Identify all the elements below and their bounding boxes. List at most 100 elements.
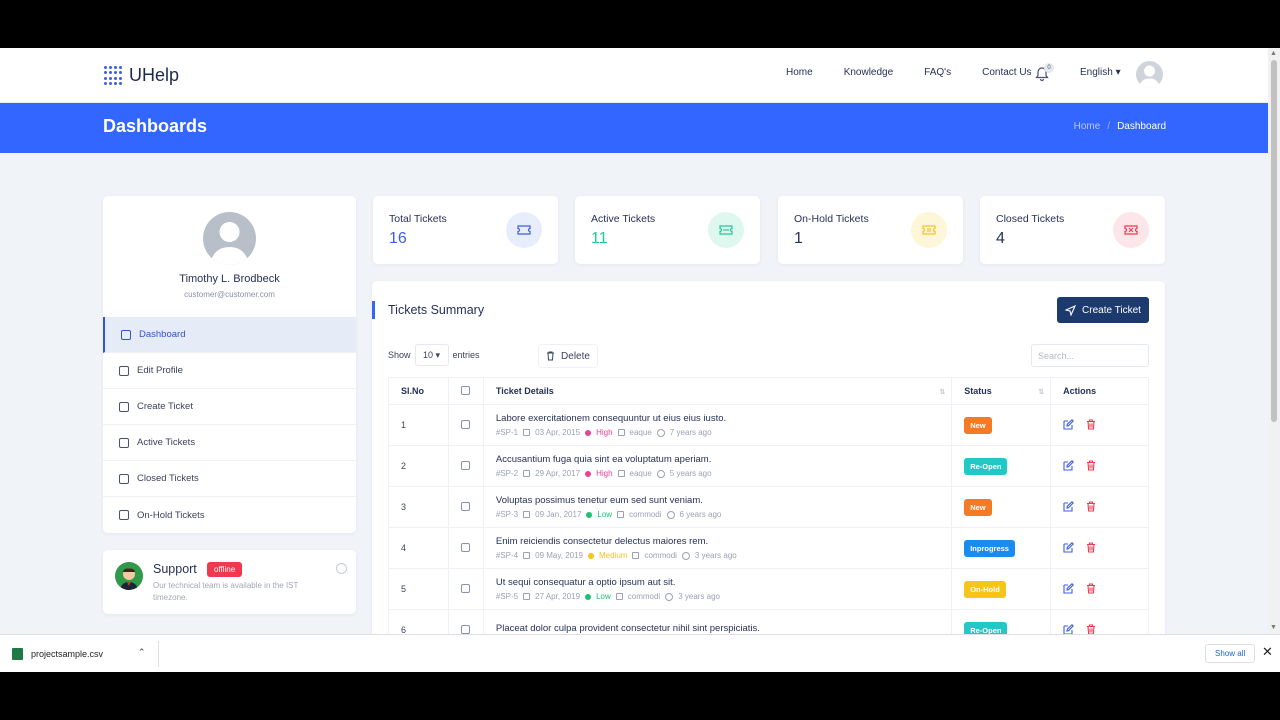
select-all-checkbox[interactable] — [460, 385, 470, 395]
scroll-down-icon[interactable]: ▼ — [1270, 624, 1277, 631]
edit-icon[interactable] — [1063, 582, 1075, 594]
stat-active-tickets[interactable]: Active Tickets 11 — [575, 196, 760, 264]
col-ticket-details[interactable]: Ticket Details ⇅ — [482, 377, 953, 405]
ticket-closed-icon — [119, 473, 129, 484]
ticket-title[interactable]: Accusantium fuga quia sint ea voluptatum… — [496, 454, 951, 465]
ticket-title[interactable]: Enim reiciendis consectetur delectus mai… — [496, 536, 951, 547]
download-item[interactable]: projectsample.csv — [12, 648, 103, 660]
delete-button[interactable]: Delete — [538, 344, 598, 368]
nav-contact[interactable]: Contact Us — [982, 67, 1031, 78]
clock-icon — [665, 592, 674, 601]
support-title: Support — [153, 562, 197, 576]
edit-icon[interactable] — [1063, 541, 1075, 553]
sidebar-item-edit-profile[interactable]: Edit Profile — [103, 353, 356, 389]
stat-onhold-tickets[interactable]: On-Hold Tickets 1 — [778, 196, 963, 264]
trash-icon[interactable] — [1086, 500, 1096, 512]
sort-icon: ⇅ — [939, 389, 946, 396]
cell-slno: 5 — [388, 568, 449, 610]
row-checkbox[interactable] — [460, 419, 470, 429]
sidebar-item-dashboard[interactable]: Dashboard — [103, 317, 356, 353]
sort-icon: ⇅ — [1038, 389, 1045, 396]
support-toggle[interactable] — [336, 563, 347, 574]
row-checkbox[interactable] — [460, 460, 470, 470]
support-avatar — [115, 562, 143, 590]
col-slno[interactable]: Sl.No — [388, 377, 449, 405]
sidebar-item-label: Edit Profile — [137, 365, 183, 376]
create-ticket-label: Create Ticket — [1082, 304, 1141, 316]
ticket-title[interactable]: Ut sequi consequatur a optio ipsum aut s… — [496, 577, 951, 588]
trash-icon — [547, 351, 555, 361]
cell-ticket-details: Labore exercitationem consequuntur ut ei… — [482, 404, 953, 446]
edit-icon[interactable] — [1063, 623, 1075, 635]
brand-logo[interactable]: UHelp — [104, 65, 179, 86]
ticket-title[interactable]: Voluptas possimus tenetur eum sed sunt v… — [496, 495, 951, 506]
trash-icon[interactable] — [1086, 582, 1096, 594]
table-row[interactable]: 5 Ut sequi consequatur a optio ipsum aut… — [388, 568, 1149, 610]
language-dropdown[interactable]: English ▾ — [1080, 67, 1121, 78]
cell-actions — [1050, 404, 1149, 446]
scroll-up-icon[interactable]: ▲ — [1270, 50, 1277, 57]
col-status[interactable]: Status ⇅ — [951, 377, 1052, 405]
page-banner: Dashboards Home / Dashboard — [0, 103, 1268, 153]
cell-select — [447, 445, 484, 487]
ticket-icon — [506, 212, 542, 248]
nav-faqs[interactable]: FAQ's — [924, 67, 951, 78]
table-row[interactable]: 3 Voluptas possimus tenetur eum sed sunt… — [388, 486, 1149, 528]
trash-icon[interactable] — [1086, 459, 1096, 471]
stat-total-tickets[interactable]: Total Tickets 16 — [373, 196, 558, 264]
entries-select[interactable]: 10 ▾ — [414, 344, 449, 366]
sidebar-item-closed-tickets[interactable]: Closed Tickets — [103, 461, 356, 497]
ticket-id: #SP-5 — [495, 592, 519, 601]
ticket-priority: Low — [596, 592, 611, 601]
ticket-category: commodi — [629, 510, 662, 519]
create-ticket-button[interactable]: Create Ticket — [1057, 297, 1149, 323]
sidebar-item-onhold-tickets[interactable]: On-Hold Tickets — [103, 497, 356, 533]
ticket-category: commodi — [627, 592, 661, 601]
row-checkbox[interactable] — [460, 624, 470, 634]
show-label: Show — [388, 350, 411, 360]
ticket-title[interactable]: Labore exercitationem consequuntur ut ei… — [496, 413, 951, 424]
edit-icon[interactable] — [1063, 500, 1075, 512]
trash-icon[interactable] — [1086, 541, 1096, 553]
ticket-age: 7 years ago — [669, 428, 712, 437]
stat-closed-tickets[interactable]: Closed Tickets 4 — [980, 196, 1165, 264]
support-card: Support offline Our technical team is av… — [103, 550, 356, 614]
nav-knowledge[interactable]: Knowledge — [844, 67, 893, 78]
edit-icon[interactable] — [1063, 418, 1075, 430]
nav-home[interactable]: Home — [786, 67, 813, 78]
summary-title: Tickets Summary — [388, 303, 485, 317]
excel-file-icon — [12, 648, 23, 660]
top-navbar: UHelp Home Knowledge FAQ's Contact Us 0 … — [0, 48, 1268, 103]
ticket-age: 5 years ago — [669, 469, 712, 478]
table-row[interactable]: 2 Accusantium fuga quia sint ea voluptat… — [388, 445, 1149, 487]
ticket-hold-icon — [119, 510, 129, 520]
table-row[interactable]: 1 Labore exercitationem consequuntur ut … — [388, 404, 1149, 446]
search-input[interactable]: Search... — [1031, 344, 1149, 367]
cell-slno: 2 — [388, 445, 449, 487]
show-all-button[interactable]: Show all — [1205, 644, 1256, 663]
sidebar-item-create-ticket[interactable]: Create Ticket — [103, 389, 356, 425]
grid-icon — [121, 329, 131, 340]
sidebar-item-active-tickets[interactable]: Active Tickets — [103, 425, 356, 461]
breadcrumb-home[interactable]: Home — [1074, 121, 1101, 132]
close-icon[interactable]: ✕ — [1262, 644, 1273, 660]
scrollbar-thumb[interactable] — [1271, 60, 1277, 422]
row-checkbox[interactable] — [460, 583, 470, 593]
table-row[interactable]: 4 Enim reiciendis consectetur delectus m… — [388, 527, 1149, 569]
chevron-up-icon[interactable]: ⌃ — [138, 647, 146, 658]
tickets-summary-card: Tickets Summary Create Ticket Show 10 ▾ … — [372, 281, 1165, 672]
ticket-age: 3 years ago — [678, 592, 721, 601]
profile-name: Timothy L. Brodbeck — [179, 273, 280, 285]
category-icon — [617, 429, 625, 436]
user-avatar[interactable] — [1136, 61, 1163, 88]
trash-icon[interactable] — [1086, 418, 1096, 430]
sidebar-item-label: Dashboard — [139, 329, 186, 340]
stat-value: 16 — [389, 230, 407, 247]
row-checkbox[interactable] — [460, 501, 470, 511]
page-scrollbar[interactable]: ▲ ▼ — [1268, 48, 1280, 634]
row-checkbox[interactable] — [460, 542, 470, 552]
ticket-title[interactable]: Placeat dolor culpa provident consectetu… — [496, 623, 951, 634]
edit-icon[interactable] — [1063, 459, 1075, 471]
trash-icon[interactable] — [1086, 623, 1096, 635]
cell-actions — [1050, 445, 1149, 487]
